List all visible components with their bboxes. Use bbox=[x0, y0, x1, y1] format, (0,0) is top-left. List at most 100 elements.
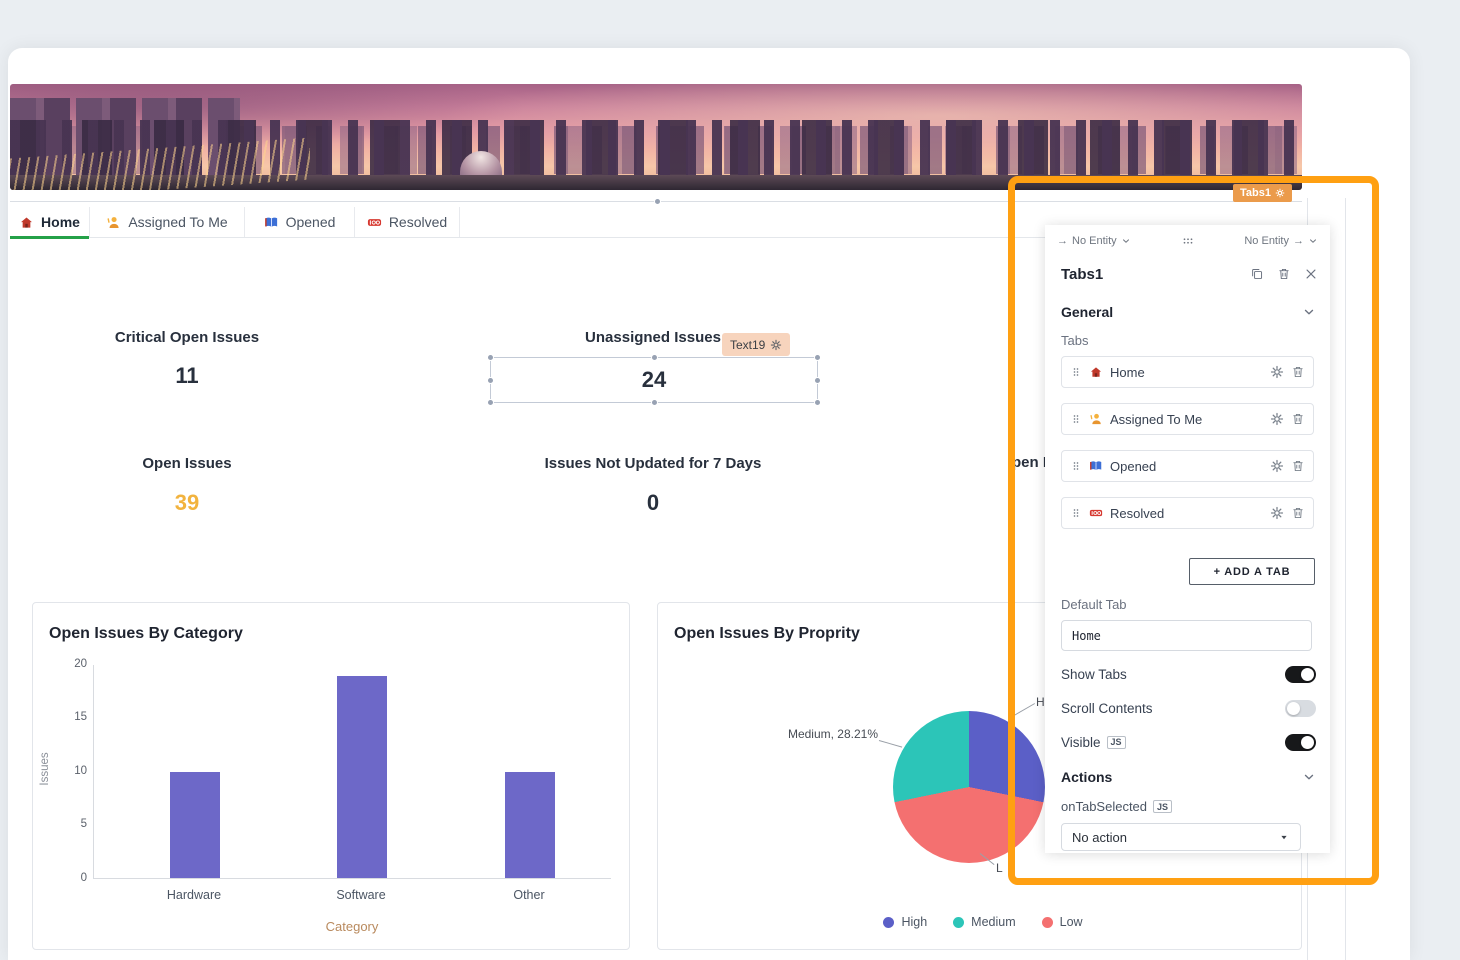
legend-item-low[interactable]: Low bbox=[1042, 915, 1083, 929]
home-emoji-icon bbox=[19, 215, 34, 230]
grid-mode-icon[interactable] bbox=[1181, 234, 1195, 248]
arrow-right-icon: → bbox=[1293, 235, 1304, 247]
scroll-contents-row: Scroll Contents bbox=[1061, 698, 1316, 718]
on-tab-selected-label: onTabSelected bbox=[1061, 799, 1147, 814]
gear-icon[interactable] bbox=[1275, 188, 1285, 198]
trash-icon[interactable] bbox=[1277, 267, 1291, 281]
legend-label: Low bbox=[1060, 915, 1083, 929]
default-tab-label: Default Tab bbox=[1061, 597, 1127, 612]
bar-hardware[interactable] bbox=[170, 772, 220, 879]
copy-icon[interactable] bbox=[1250, 267, 1264, 281]
actions-section-header[interactable]: Actions bbox=[1061, 767, 1316, 787]
trash-icon[interactable] bbox=[1291, 365, 1305, 379]
tab-item-label: Opened bbox=[1110, 459, 1156, 474]
gear-icon[interactable] bbox=[770, 339, 782, 351]
trash-icon[interactable] bbox=[1291, 459, 1305, 473]
bar-software[interactable] bbox=[337, 676, 387, 878]
legend-label: Medium bbox=[971, 915, 1015, 929]
bar-chart-widget[interactable]: Open Issues By Category Issues 20 15 10 … bbox=[32, 602, 630, 950]
drag-handle-icon[interactable] bbox=[1070, 366, 1082, 378]
resize-handle[interactable] bbox=[651, 399, 658, 406]
trash-icon[interactable] bbox=[1291, 506, 1305, 520]
show-tabs-toggle[interactable] bbox=[1285, 666, 1316, 683]
stat-value-critical-open-issues[interactable]: 11 bbox=[17, 363, 357, 389]
y-tick: 15 bbox=[53, 711, 87, 723]
incoming-entity-selector[interactable]: → No Entity bbox=[1057, 235, 1131, 247]
bar-other[interactable] bbox=[505, 772, 555, 879]
add-a-tab-button[interactable]: + ADD A TAB bbox=[1189, 558, 1315, 585]
chevron-down-icon bbox=[1302, 770, 1316, 784]
stat-value-unassigned-issues: 24 bbox=[491, 358, 817, 402]
gear-icon[interactable] bbox=[1270, 365, 1284, 379]
general-section-header[interactable]: General bbox=[1061, 302, 1316, 322]
selected-widget-badge[interactable]: Text19 bbox=[722, 333, 790, 356]
x-tick-hardware: Hardware bbox=[144, 888, 244, 902]
visible-toggle[interactable] bbox=[1285, 734, 1316, 751]
resize-handle[interactable] bbox=[814, 377, 821, 384]
pie-annotation-medium: Medium, 28.21% bbox=[753, 727, 878, 741]
open-book-emoji-icon bbox=[264, 215, 279, 230]
stat-label-open-issues[interactable]: Open Issues bbox=[17, 455, 357, 472]
stat-value-open-issues[interactable]: 39 bbox=[17, 490, 357, 516]
tab-item-resolved[interactable]: Resolved bbox=[1061, 497, 1314, 529]
stat-label-critical-open-issues[interactable]: Critical Open Issues bbox=[17, 329, 357, 346]
legend-dot-low bbox=[1042, 917, 1053, 928]
default-tab-input[interactable] bbox=[1061, 620, 1312, 651]
legend-item-medium[interactable]: Medium bbox=[953, 915, 1015, 929]
js-badge[interactable]: JS bbox=[1107, 736, 1126, 749]
stat-value-issues-not-updated[interactable]: 0 bbox=[483, 490, 823, 516]
outgoing-entity-selector[interactable]: No Entity → bbox=[1244, 235, 1318, 247]
tab-assigned-to-me[interactable]: Assigned To Me bbox=[90, 207, 245, 237]
trash-icon[interactable] bbox=[1291, 412, 1305, 426]
legend-label: High bbox=[901, 915, 927, 929]
pie[interactable] bbox=[893, 711, 1045, 863]
resize-handle[interactable] bbox=[814, 399, 821, 406]
x-tick-software: Software bbox=[311, 888, 411, 902]
tab-item-opened[interactable]: Opened bbox=[1061, 450, 1314, 482]
close-icon[interactable] bbox=[1304, 267, 1318, 281]
tab-resolved[interactable]: Resolved bbox=[355, 207, 460, 237]
action-dropdown[interactable]: No action bbox=[1061, 823, 1301, 851]
annotation-connector bbox=[1014, 703, 1035, 716]
annotation-connector bbox=[879, 740, 902, 748]
visible-row: Visible JS bbox=[1061, 732, 1316, 752]
tab-item-home[interactable]: Home bbox=[1061, 356, 1314, 388]
x-tick-other: Other bbox=[479, 888, 579, 902]
person-raising-hand-emoji-icon bbox=[1089, 412, 1103, 426]
gear-icon[interactable] bbox=[1270, 412, 1284, 426]
gear-icon[interactable] bbox=[1270, 506, 1284, 520]
drag-handle-icon[interactable] bbox=[1070, 507, 1082, 519]
scroll-contents-toggle[interactable] bbox=[1285, 700, 1316, 717]
legend-item-high[interactable]: High bbox=[883, 915, 927, 929]
gear-icon[interactable] bbox=[1270, 459, 1284, 473]
widget-name-tag[interactable]: Tabs1 bbox=[1233, 184, 1292, 202]
tab-home[interactable]: Home bbox=[10, 207, 90, 237]
pie-legend: High Medium Low bbox=[818, 915, 1148, 929]
tab-label: Resolved bbox=[389, 214, 447, 230]
drag-handle-icon[interactable] bbox=[1070, 460, 1082, 472]
property-pane: → No Entity No Entity → Tabs1 General bbox=[1045, 225, 1330, 853]
resize-handle[interactable] bbox=[654, 198, 661, 205]
resize-handle[interactable] bbox=[487, 377, 494, 384]
stat-label-issues-not-updated[interactable]: Issues Not Updated for 7 Days bbox=[483, 455, 823, 472]
js-badge[interactable]: JS bbox=[1153, 800, 1172, 813]
resize-handle[interactable] bbox=[814, 354, 821, 361]
widget-name[interactable]: Tabs1 bbox=[1061, 266, 1103, 283]
pie-annotation-high-partial: H bbox=[1036, 695, 1045, 709]
drag-handle-icon[interactable] bbox=[1070, 413, 1082, 425]
tab-label: Opened bbox=[286, 214, 336, 230]
y-tick: 0 bbox=[53, 872, 87, 884]
resize-handle[interactable] bbox=[487, 399, 494, 406]
header-image-widget[interactable] bbox=[10, 84, 1302, 190]
hundred-points-emoji-icon bbox=[1089, 506, 1103, 520]
actions-section-label: Actions bbox=[1061, 769, 1112, 785]
tab-item-assigned-to-me[interactable]: Assigned To Me bbox=[1061, 403, 1314, 435]
resize-handle[interactable] bbox=[651, 354, 658, 361]
selected-text-widget[interactable]: 24 bbox=[490, 357, 818, 403]
tab-opened[interactable]: Opened bbox=[245, 207, 355, 237]
visible-label: Visible bbox=[1061, 735, 1101, 750]
resize-handle[interactable] bbox=[487, 354, 494, 361]
chevron-down-icon bbox=[1308, 236, 1318, 246]
entity-connection-row: → No Entity No Entity → bbox=[1045, 230, 1330, 252]
outgoing-entity-label: No Entity bbox=[1244, 235, 1289, 247]
